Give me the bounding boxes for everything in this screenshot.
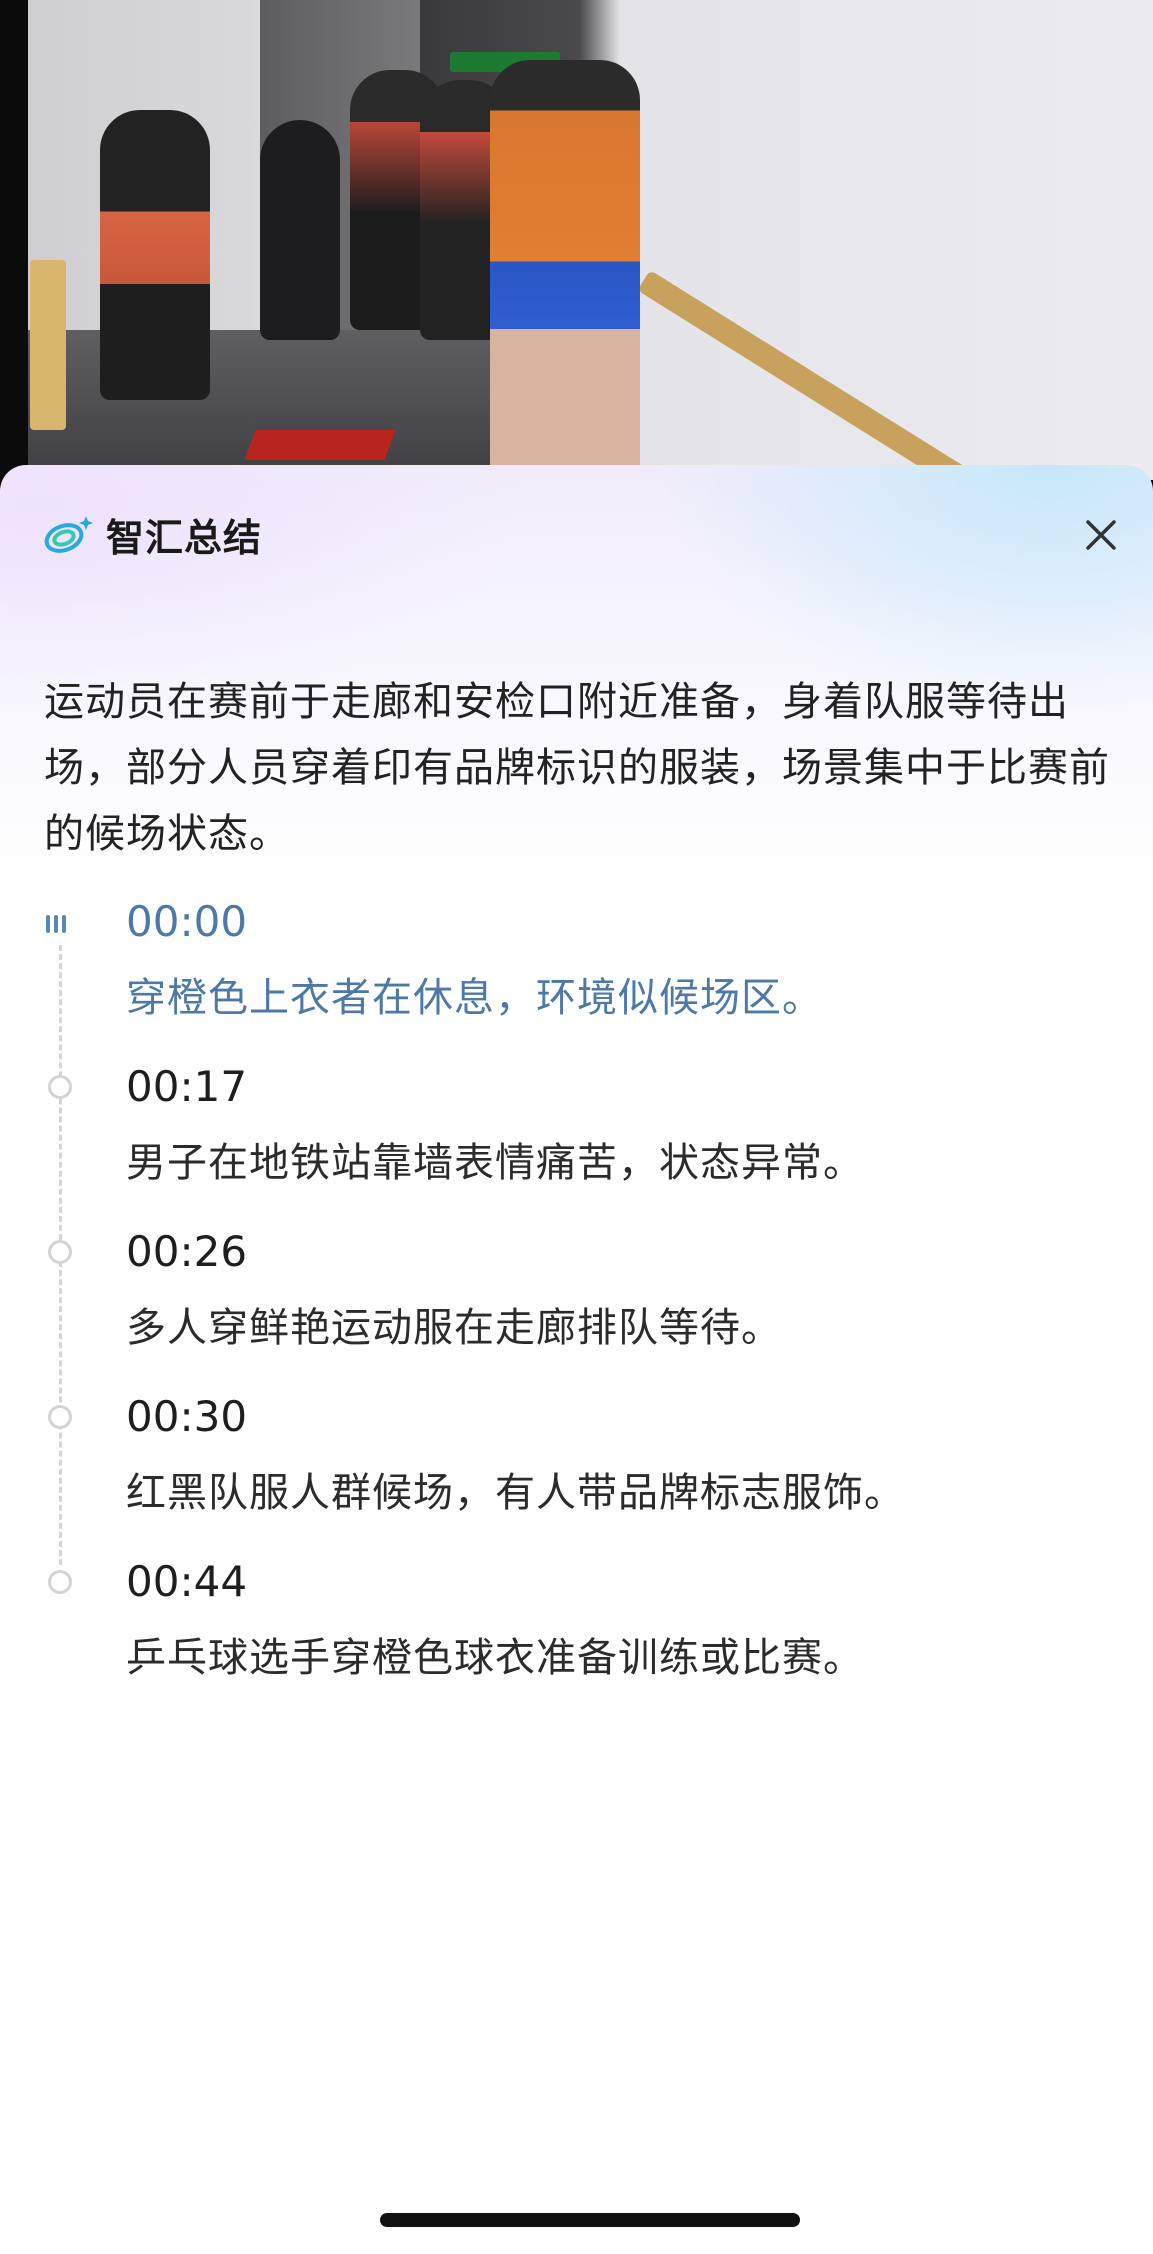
timeline-item[interactable]: 00:00 穿橙色上衣者在休息，环境似候场区。 (0, 895, 1153, 1060)
timeline-timestamp[interactable]: 00:17 (126, 1060, 247, 1114)
timeline-description: 多人穿鲜艳运动服在走廊排队等待。 (126, 1305, 782, 1351)
red-mat (244, 430, 396, 460)
timeline-item[interactable]: 00:17 男子在地铁站靠墙表情痛苦，状态异常。 (0, 1060, 1153, 1225)
timeline-item[interactable]: 00:30 红黑队服人群候场，有人带品牌标志服饰。 (0, 1390, 1153, 1555)
close-icon (1086, 520, 1116, 550)
close-button[interactable] (1079, 513, 1123, 557)
timeline-timestamp[interactable]: 00:00 (126, 895, 247, 949)
sheet-header: 智汇总结 (42, 509, 263, 560)
timeline-description: 乒乓球选手穿橙色球衣准备训练或比赛。 (126, 1635, 864, 1681)
summary-text: 运动员在赛前于走廊和安检口附近准备，身着队服等待出场，部分人员穿着印有品牌标识的… (44, 679, 1110, 857)
circle-dot-icon (48, 1570, 72, 1594)
timeline-timestamp[interactable]: 00:26 (126, 1225, 247, 1279)
person-figure (100, 110, 210, 400)
home-indicator[interactable] (380, 2213, 800, 2227)
timeline-item[interactable]: 00:26 多人穿鲜艳运动服在走廊排队等待。 (0, 1225, 1153, 1390)
timeline-timestamp[interactable]: 00:44 (126, 1555, 247, 1609)
timeline-item[interactable]: 00:44 乒乓球选手穿橙色球衣准备训练或比赛。 (0, 1555, 1153, 1720)
timeline-timestamp[interactable]: 00:30 (126, 1390, 247, 1444)
timeline-description: 男子在地铁站靠墙表情痛苦，状态异常。 (126, 1140, 864, 1186)
summary-sheet: 智汇总结 运动员在赛前于走廊和安检口附近准备，身着队服等待出场，部分人员穿着印有… (0, 465, 1153, 2254)
circle-dot-icon (48, 1075, 72, 1099)
circle-dot-icon (48, 1405, 72, 1429)
circle-dot-icon (48, 1240, 72, 1264)
timeline-description: 红黑队服人群候场，有人带品牌标志服饰。 (126, 1470, 905, 1516)
video-frame[interactable] (0, 0, 1153, 480)
wall-rail-left (30, 260, 66, 430)
person-figure (260, 120, 340, 340)
person-figure-orange (490, 60, 640, 480)
timeline-description: 穿橙色上衣者在休息，环境似候场区。 (126, 975, 823, 1021)
swirl-planet-logo-icon (44, 516, 93, 553)
panel-title: 智汇总结 (106, 515, 263, 560)
wall-rail-right (637, 270, 1091, 480)
playing-bars-icon (46, 913, 74, 933)
